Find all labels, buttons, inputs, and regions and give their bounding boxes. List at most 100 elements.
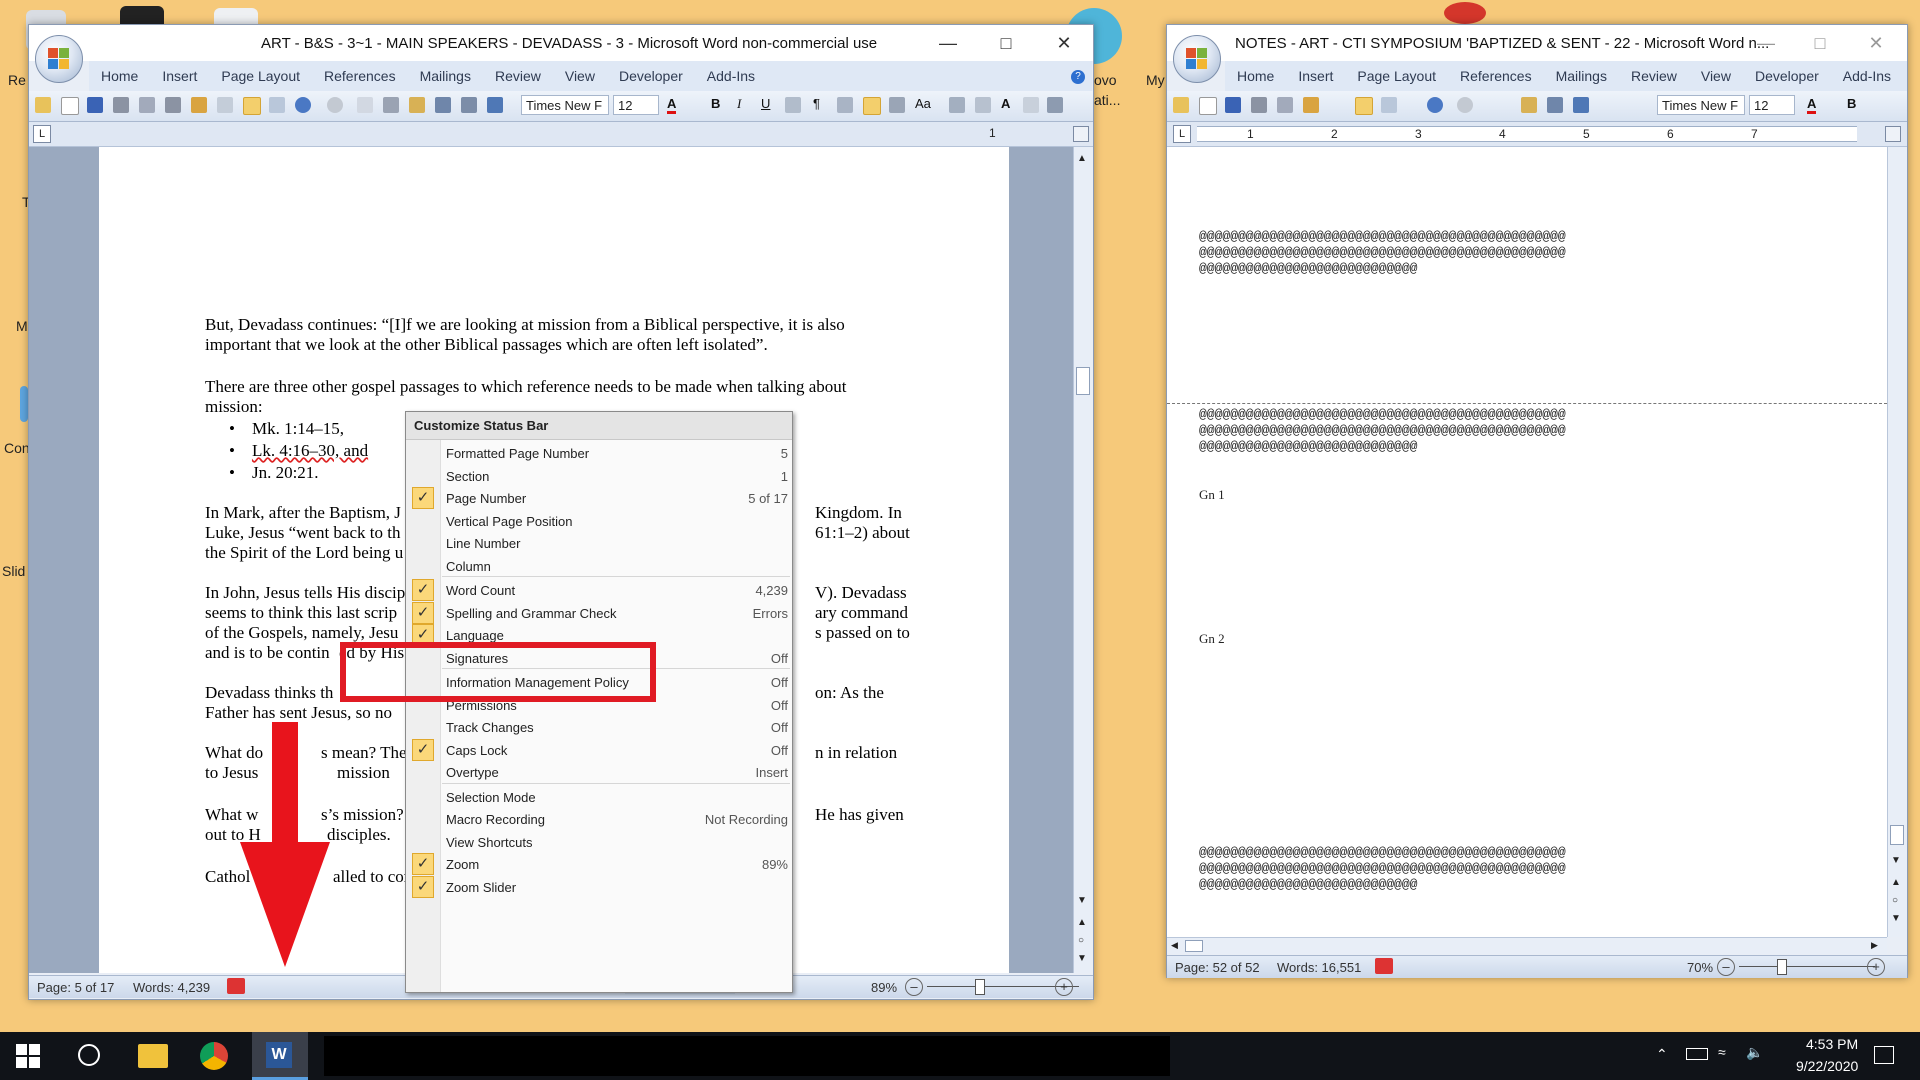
zoom-in-icon[interactable]: + [1055, 978, 1073, 996]
title-bar[interactable]: ART - B&S - 3~1 - MAIN SPEAKERS - DEVADA… [29, 25, 1093, 61]
view-ruler-icon[interactable] [1885, 126, 1901, 142]
line-spacing-icon[interactable] [1047, 97, 1063, 113]
bold-icon[interactable]: B [711, 96, 720, 111]
save-icon[interactable] [87, 97, 103, 113]
prev-page-icon[interactable]: ▲ [1077, 917, 1087, 928]
start-button[interactable] [16, 1044, 40, 1068]
tab-home[interactable]: Home [1225, 68, 1286, 84]
blue-shortcut-icon[interactable] [20, 386, 28, 422]
font-color-icon[interactable]: A [1807, 96, 1817, 114]
prev-page-icon[interactable]: ▲ [1891, 877, 1901, 888]
redo-icon[interactable] [327, 97, 343, 113]
scroll-thumb[interactable] [1076, 367, 1090, 395]
chrome-icon[interactable] [200, 1042, 228, 1070]
cut-icon[interactable] [383, 97, 399, 113]
proofing-errors-icon[interactable] [227, 978, 245, 994]
print-icon[interactable] [1251, 97, 1267, 113]
undo-icon[interactable] [1427, 97, 1443, 113]
align-center-icon[interactable] [889, 97, 905, 113]
print-preview-icon[interactable] [139, 97, 155, 113]
menu-item[interactable]: Column [406, 553, 792, 579]
layout-icon[interactable] [217, 97, 233, 113]
zoom-in-icon[interactable]: + [1867, 958, 1885, 976]
tab-add-ins[interactable]: Add-Ins [695, 68, 767, 84]
tab-review[interactable]: Review [483, 68, 553, 84]
tab-view[interactable]: View [553, 68, 607, 84]
open-icon[interactable] [1173, 97, 1189, 113]
h-scroll-thumb[interactable] [1185, 940, 1203, 952]
status-page-number[interactable]: Page: 5 of 17 [37, 980, 114, 995]
browse-object-icon[interactable]: ○ [1078, 935, 1084, 946]
horizontal-scrollbar[interactable]: ◀ ▶ [1167, 937, 1887, 954]
tab-home[interactable]: Home [89, 68, 150, 84]
reading-layout-icon[interactable] [1381, 97, 1397, 113]
browse-object-icon[interactable]: ○ [1892, 895, 1898, 906]
find-icon[interactable] [435, 97, 451, 113]
ruler[interactable]: L 1 2 3 4 5 6 7 [1167, 122, 1907, 147]
word-taskbar-icon[interactable]: W [252, 1032, 308, 1080]
tab-mailings[interactable]: Mailings [1544, 68, 1619, 84]
zoom-slider-thumb[interactable] [975, 979, 985, 995]
office-button[interactable] [1173, 35, 1221, 83]
file-explorer-icon[interactable] [138, 1044, 168, 1068]
tab-selector-icon[interactable]: L [1173, 125, 1191, 143]
font-size-combo[interactable]: 12 [1749, 95, 1795, 115]
tab-developer[interactable]: Developer [1743, 68, 1831, 84]
scroll-down-icon[interactable]: ▼ [1891, 855, 1901, 866]
status-zoom-level[interactable]: 70% [1687, 960, 1713, 975]
status-word-count[interactable]: Words: 4,239 [133, 980, 210, 995]
redo-icon[interactable] [1457, 97, 1473, 113]
pilcrow-icon[interactable]: ¶ [813, 96, 820, 111]
title-bar[interactable]: NOTES - ART - CTI SYMPOSIUM 'BAPTIZED & … [1167, 25, 1907, 61]
paste-icon[interactable] [1521, 97, 1537, 113]
menu-item[interactable]: ✓ Zoom Slider [406, 874, 792, 900]
status-bar[interactable]: Page: 52 of 52 Words: 16,551 70% – + [1167, 955, 1907, 978]
battery-icon[interactable] [1686, 1048, 1708, 1060]
columns-icon[interactable] [975, 97, 991, 113]
reading-layout-icon[interactable] [269, 97, 285, 113]
status-zoom-level[interactable]: 89% [871, 980, 897, 995]
copy-icon[interactable] [357, 97, 373, 113]
view-ruler-icon[interactable] [1073, 126, 1089, 142]
wifi-icon[interactable]: ≈ [1718, 1044, 1726, 1060]
proofing-errors-icon[interactable] [1375, 958, 1393, 974]
zoom-out-icon[interactable]: – [905, 978, 923, 996]
underline-icon[interactable]: U [761, 96, 770, 111]
new-icon[interactable] [1199, 97, 1217, 115]
status-word-count[interactable]: Words: 16,551 [1277, 960, 1361, 975]
spelling-icon[interactable] [191, 97, 207, 113]
tab-references[interactable]: References [312, 68, 408, 84]
scroll-up-icon[interactable]: ▲ [1077, 153, 1087, 164]
close-button[interactable]: ✕ [1847, 25, 1905, 61]
close-button[interactable]: ✕ [1035, 25, 1093, 61]
font-color-icon[interactable]: A [667, 96, 677, 114]
tab-review[interactable]: Review [1619, 68, 1689, 84]
align-left-icon[interactable] [863, 97, 881, 115]
zoom-slider[interactable] [1739, 966, 1875, 967]
print-icon[interactable] [113, 97, 129, 113]
scroll-left-icon[interactable]: ◀ [1171, 940, 1178, 951]
styles-icon[interactable] [949, 97, 965, 113]
tab-view[interactable]: View [1689, 68, 1743, 84]
red-app-icon[interactable] [1444, 2, 1486, 24]
spellcheck-icon[interactable] [487, 97, 503, 113]
paste-icon[interactable] [409, 97, 425, 113]
minimize-button[interactable]: — [919, 25, 977, 61]
clock-date[interactable]: 9/22/2020 [1796, 1058, 1858, 1074]
scroll-down-icon[interactable]: ▼ [1077, 895, 1087, 906]
font-name-combo[interactable]: Times New F [1657, 95, 1745, 115]
find-icon[interactable] [1547, 97, 1563, 113]
tab-add-ins[interactable]: Add-Ins [1831, 68, 1903, 84]
print-preview-icon[interactable] [1277, 97, 1293, 113]
tab-insert[interactable]: Insert [1286, 68, 1345, 84]
tab-insert[interactable]: Insert [150, 68, 209, 84]
font-icon[interactable]: A [1001, 96, 1010, 111]
minimize-button[interactable]: — [1737, 25, 1795, 61]
print-layout-icon[interactable] [1355, 97, 1373, 115]
change-case-icon[interactable]: Aa [915, 96, 931, 111]
tab-mailings[interactable]: Mailings [408, 68, 483, 84]
maximize-button[interactable]: □ [1791, 25, 1849, 61]
volume-icon[interactable]: 🔈 [1746, 1044, 1763, 1061]
replace-icon[interactable] [461, 97, 477, 113]
clock-time[interactable]: 4:53 PM [1806, 1036, 1858, 1052]
